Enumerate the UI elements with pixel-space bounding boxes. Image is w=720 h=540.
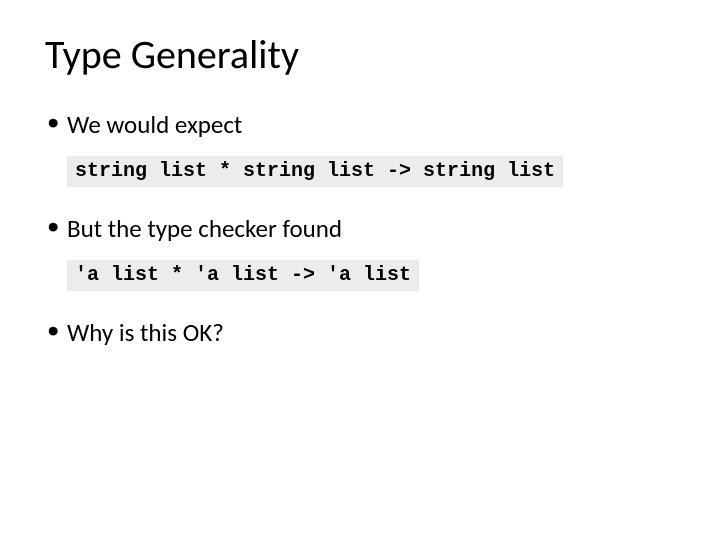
bullet-item: We would expect	[45, 109, 675, 140]
slide: Type Generality We would expect string l…	[0, 0, 720, 540]
bullet-list: We would expect	[45, 109, 675, 140]
bullet-item: But the type checker found	[45, 213, 675, 244]
slide-title: Type Generality	[45, 30, 675, 79]
bullet-list: Why is this OK?	[45, 317, 675, 348]
bullet-list: But the type checker found	[45, 213, 675, 244]
code-block: 'a list * 'a list -> 'a list	[67, 260, 419, 291]
bullet-item: Why is this OK?	[45, 317, 675, 348]
code-block: string list * string list -> string list	[67, 156, 563, 187]
